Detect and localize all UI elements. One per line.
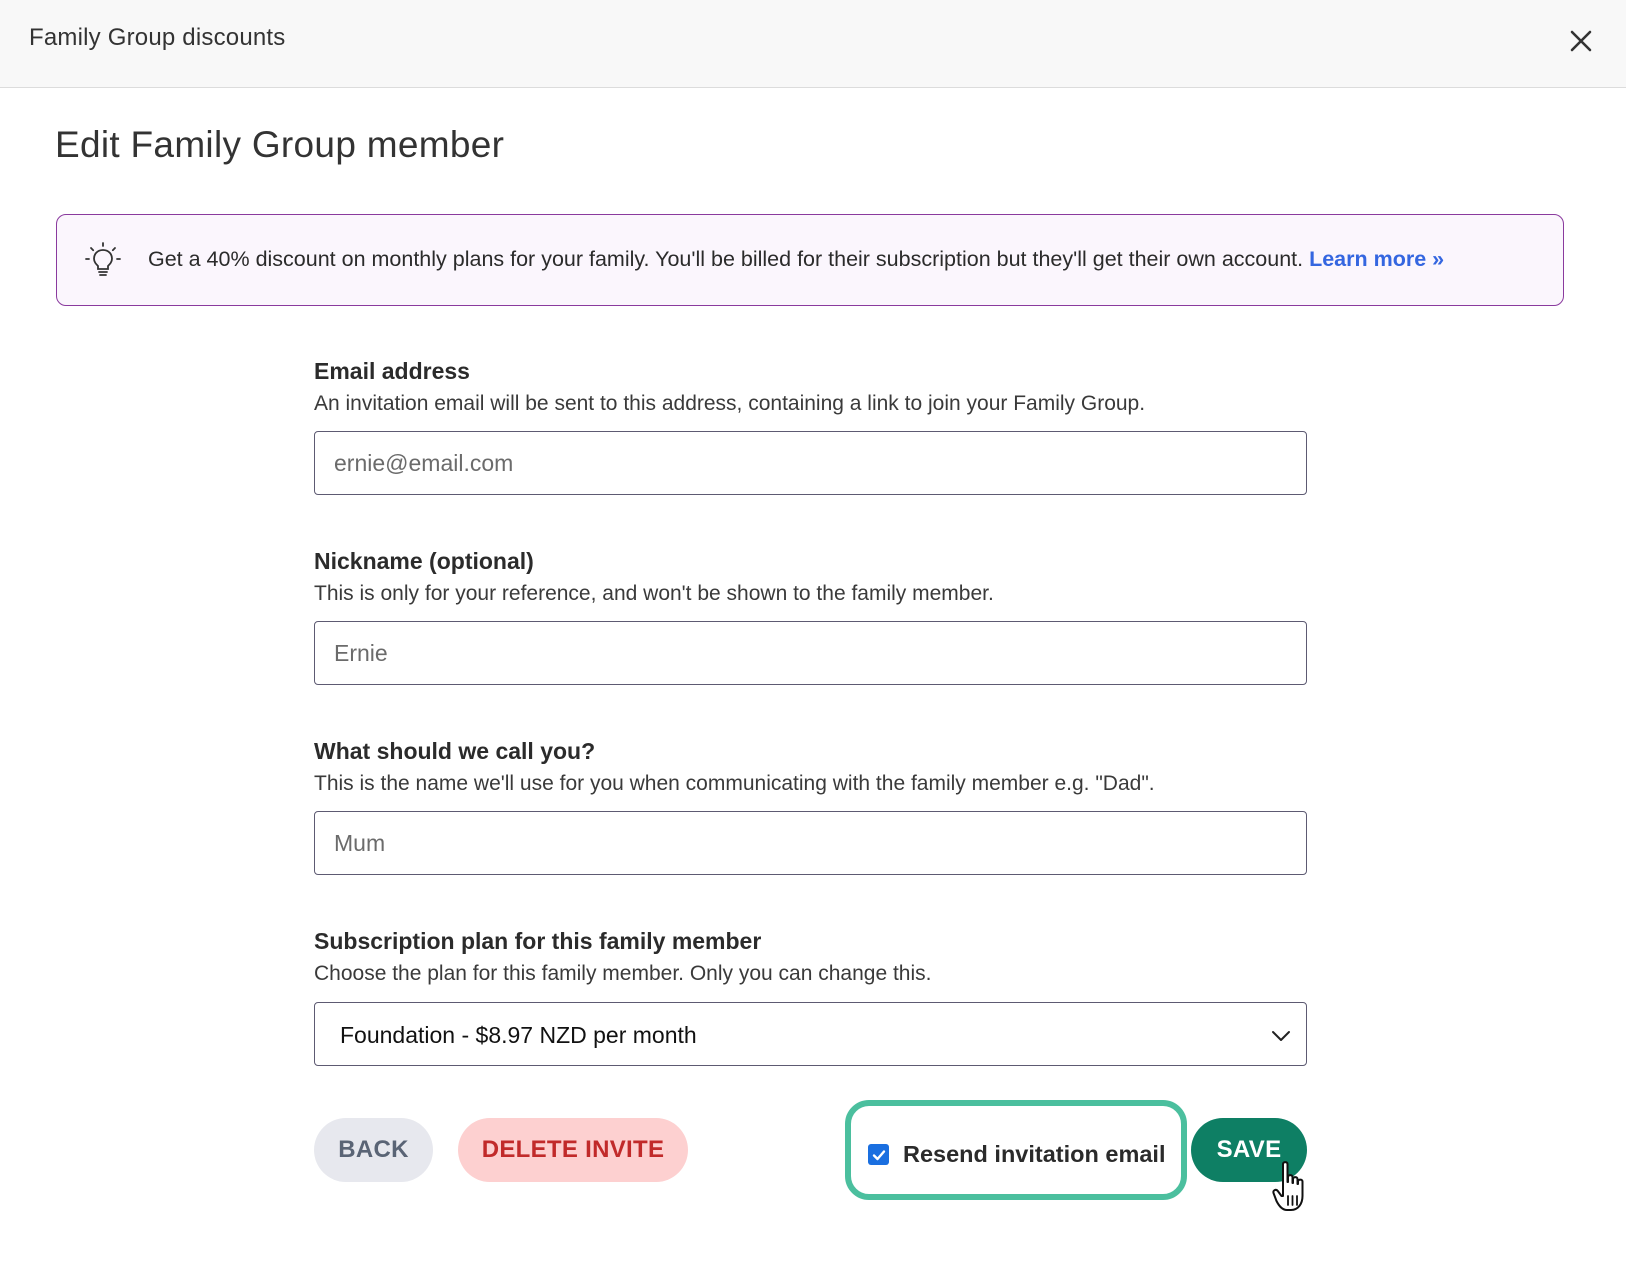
call-you-field[interactable] [314, 811, 1307, 875]
checkmark-icon [872, 1149, 885, 1160]
dialog-title: Family Group discounts [29, 24, 286, 51]
page-title: Edit Family Group member [55, 124, 505, 165]
plan-select[interactable]: Foundation - $8.97 NZD per month [314, 1002, 1307, 1066]
resend-checkbox[interactable] [868, 1144, 889, 1165]
learn-more-link[interactable]: Learn more » [1309, 247, 1444, 271]
back-button[interactable]: BACK [314, 1118, 433, 1182]
resend-highlight: Resend invitation email [845, 1100, 1187, 1200]
delete-invite-button[interactable]: DELETE INVITE [458, 1118, 688, 1182]
info-banner: Get a 40% discount on monthly plans for … [56, 214, 1564, 306]
plan-select-value: Foundation - $8.97 NZD per month [340, 1022, 697, 1048]
banner-text: Get a 40% discount on monthly plans for … [148, 247, 1444, 272]
resend-label[interactable]: Resend invitation email [903, 1141, 1165, 1168]
close-button[interactable] [1562, 22, 1600, 60]
email-field[interactable] [314, 431, 1307, 495]
close-icon [1570, 30, 1592, 52]
email-label: Email address [314, 358, 470, 384]
nickname-label: Nickname (optional) [314, 548, 534, 574]
nickname-help: This is only for your reference, and won… [314, 582, 994, 605]
chevron-down-icon [1272, 1031, 1290, 1041]
lightbulb-icon [85, 242, 121, 276]
plan-label: Subscription plan for this family member [314, 928, 762, 954]
email-help: An invitation email will be sent to this… [314, 392, 1146, 415]
dialog-header: Family Group discounts [0, 0, 1626, 88]
hand-pointer-icon [1272, 1161, 1304, 1211]
plan-help: Choose the plan for this family member. … [314, 962, 932, 985]
call-you-help: This is the name we'll use for you when … [314, 772, 1155, 795]
nickname-field[interactable] [314, 621, 1307, 685]
call-you-label: What should we call you? [314, 738, 596, 764]
banner-message: Get a 40% discount on monthly plans for … [148, 247, 1310, 271]
